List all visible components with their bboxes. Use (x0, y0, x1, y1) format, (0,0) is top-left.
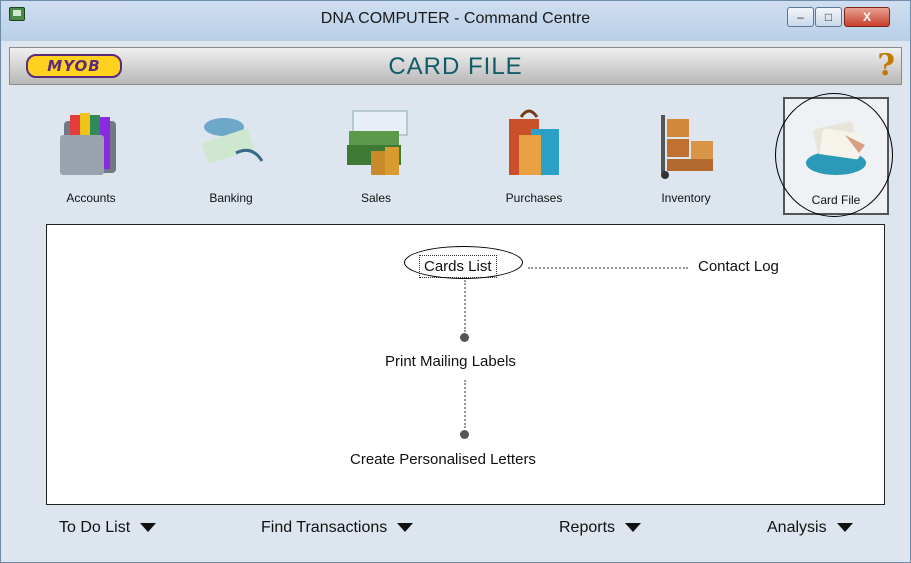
caret-down-icon (140, 523, 157, 533)
module-bar: Accounts Banking Sales Purchases Invento… (1, 91, 910, 215)
caret-down-icon (397, 523, 414, 533)
reports-button[interactable]: Reports (559, 519, 642, 537)
arrow-down-icon (460, 333, 469, 342)
title-bar[interactable]: DNA COMPUTER - Command Centre – □ X (1, 1, 910, 41)
help-icon[interactable]: ? (877, 48, 895, 83)
connector-line (464, 380, 466, 428)
todo-list-button[interactable]: To Do List (59, 519, 157, 537)
highlight-oval (404, 246, 523, 279)
find-transactions-button[interactable]: Find Transactions (261, 519, 414, 537)
bottom-bar: To Do List Find Transactions Reports Ana… (1, 511, 910, 551)
header-bar: MYOB CARD FILE ? (9, 47, 902, 85)
caret-down-icon (625, 523, 642, 533)
module-purchases[interactable]: Purchases (479, 95, 589, 211)
highlight-circle (775, 93, 893, 217)
command-centre-window: DNA COMPUTER - Command Centre – □ X MYOB… (0, 0, 911, 563)
window-title: DNA COMPUTER - Command Centre (320, 10, 591, 27)
caret-down-icon (836, 523, 853, 533)
module-label: Sales (360, 191, 392, 205)
print-mailing-labels-link[interactable]: Print Mailing Labels (385, 353, 516, 370)
folders-icon (60, 113, 116, 175)
module-inventory[interactable]: Inventory (631, 95, 741, 211)
card-file-panel: Cards List Contact Log Print Mailing Lab… (46, 224, 885, 505)
module-accounts[interactable]: Accounts (36, 95, 146, 211)
connector-line (464, 280, 466, 332)
contact-log-link[interactable]: Contact Log (698, 258, 779, 275)
invoice-coins-icon (347, 110, 408, 175)
find-transactions-label: Find Transactions (261, 519, 388, 536)
shopping-bags-icon (509, 109, 559, 175)
section-title: CARD FILE (388, 53, 523, 80)
module-sales[interactable]: Sales (321, 95, 431, 211)
analysis-button[interactable]: Analysis (767, 519, 853, 537)
module-label: Accounts (66, 191, 116, 205)
check-icon (202, 118, 264, 164)
close-button[interactable]: X (844, 7, 890, 27)
todo-list-label: To Do List (59, 519, 131, 536)
minimize-button[interactable]: – (787, 7, 814, 27)
connector-line (528, 267, 688, 269)
boxes-cart-icon (661, 115, 713, 179)
arrow-down-icon (460, 430, 469, 439)
analysis-label: Analysis (767, 519, 827, 536)
reports-label: Reports (559, 519, 616, 536)
module-banking[interactable]: Banking (176, 95, 286, 211)
module-label: Inventory (661, 191, 711, 205)
module-label: Purchases (505, 191, 563, 205)
module-label: Banking (209, 191, 253, 205)
maximize-button[interactable]: □ (815, 7, 842, 27)
create-personalised-letters-link[interactable]: Create Personalised Letters (350, 451, 536, 468)
